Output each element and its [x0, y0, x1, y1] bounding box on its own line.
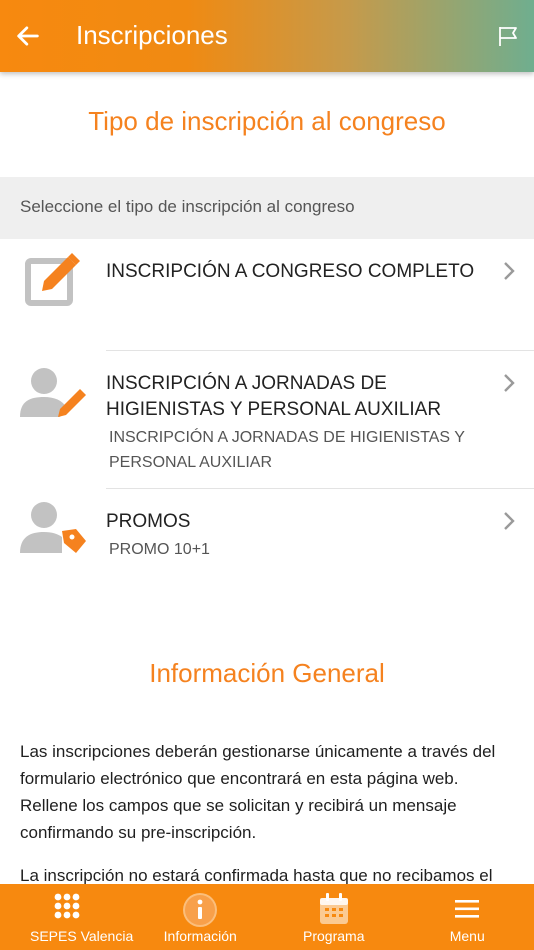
hamburger-icon	[455, 900, 480, 918]
flag-icon[interactable]	[496, 24, 520, 48]
list-item-promos[interactable]: PROMOS PROMO 10+1	[0, 489, 534, 569]
list-item-congreso-completo[interactable]: INSCRIPCIÓN A CONGRESO COMPLETO	[0, 239, 534, 351]
tab-label: Información	[163, 928, 237, 944]
arrow-left-icon[interactable]	[14, 22, 42, 50]
tab-label: Programa	[303, 928, 365, 944]
user-edit-icon	[20, 368, 86, 417]
app-bar: Inscripciones	[0, 0, 534, 72]
bottom-nav: SEPES Valencia 2 Información Programa Me…	[0, 884, 534, 950]
section-header: Seleccione el tipo de inscripción al con…	[0, 177, 534, 239]
info-icon	[183, 893, 218, 927]
registration-type-list: INSCRIPCIÓN A CONGRESO COMPLETO INSCRIPC…	[0, 239, 534, 569]
info-title: Información General	[149, 658, 385, 688]
list-item-title: PROMOS	[106, 511, 191, 532]
tab-menu[interactable]: Menu	[401, 884, 534, 950]
chevron-right-icon	[504, 374, 515, 392]
list-item-title: INSCRIPCIÓN A JORNADAS DE HIGIENISTAS Y …	[106, 373, 442, 420]
info-paragraph: Las inscripciones deberán gestionarse ún…	[20, 742, 496, 842]
list-item-jornadas[interactable]: INSCRIPCIÓN A JORNADAS DE HIGIENISTAS Y …	[0, 351, 534, 489]
list-item-title: INSCRIPCIÓN A CONGRESO COMPLETO	[106, 261, 475, 282]
calendar-icon	[319, 893, 348, 924]
tab-label: Menu	[449, 928, 485, 944]
app-bar-title: Inscripciones	[76, 20, 228, 50]
list-item-subtitle: INSCRIPCIÓN A JORNADAS DE HIGIENISTAS Y …	[109, 429, 465, 471]
tab-label: SEPES Valencia 2	[30, 928, 134, 944]
chevron-right-icon	[504, 262, 515, 280]
tab-sepes-valencia[interactable]: SEPES Valencia 2	[0, 884, 134, 950]
tab-informacion[interactable]: Información	[134, 884, 268, 950]
grid-icon	[54, 893, 80, 919]
info-body: Las inscripciones deberán gestionarse ún…	[20, 738, 516, 905]
page-title: Tipo de inscripción al congreso	[88, 106, 446, 136]
tab-programa[interactable]: Programa	[267, 884, 401, 950]
edit-form-icon	[25, 253, 80, 306]
list-item-subtitle: PROMO 10+1	[109, 541, 210, 558]
user-tag-icon	[20, 502, 86, 553]
chevron-right-icon	[504, 512, 515, 530]
